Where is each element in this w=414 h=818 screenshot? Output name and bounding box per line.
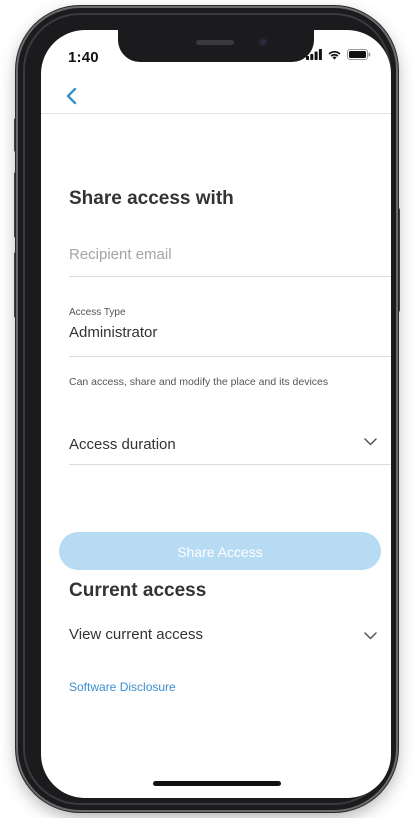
recipient-email-field (69, 240, 391, 277)
status-time: 1:40 (68, 49, 99, 66)
back-button[interactable] (57, 82, 85, 110)
recipient-email-input[interactable] (69, 246, 369, 263)
stage: 1:40 Share access with Recipient email A… (0, 0, 414, 818)
access-duration-dropdown[interactable]: Access duration (69, 432, 391, 465)
access-type-selector[interactable]: Access Type Administrator (69, 304, 391, 357)
notch (118, 30, 314, 62)
chevron-left-icon (66, 87, 77, 105)
phone-screen: 1:40 Share access with Recipient email A… (41, 30, 391, 798)
view-current-access-label: View current access (69, 626, 203, 643)
current-access-title: Current access (69, 580, 207, 601)
access-duration-label: Access duration (69, 436, 176, 453)
nav-divider (41, 113, 391, 114)
home-indicator[interactable] (153, 781, 281, 786)
access-type-value: Administrator (69, 324, 158, 341)
speaker-grille (196, 40, 234, 45)
chevron-down-icon (364, 632, 377, 640)
chevron-down-icon (364, 438, 377, 446)
wifi-icon (328, 50, 341, 60)
status-icons (306, 49, 371, 60)
front-camera-icon (258, 37, 268, 47)
battery-icon (347, 49, 371, 60)
share-section-title: Share access with (69, 188, 234, 209)
cellular-signal-icon (306, 49, 322, 60)
software-disclosure-link[interactable]: Software Disclosure (69, 680, 176, 694)
view-current-access-dropdown[interactable]: View current access (69, 626, 391, 656)
share-access-button[interactable]: Share Access (59, 532, 381, 570)
access-type-description: Can access, share and modify the place a… (69, 376, 329, 388)
access-type-label: Access Type (69, 307, 126, 318)
